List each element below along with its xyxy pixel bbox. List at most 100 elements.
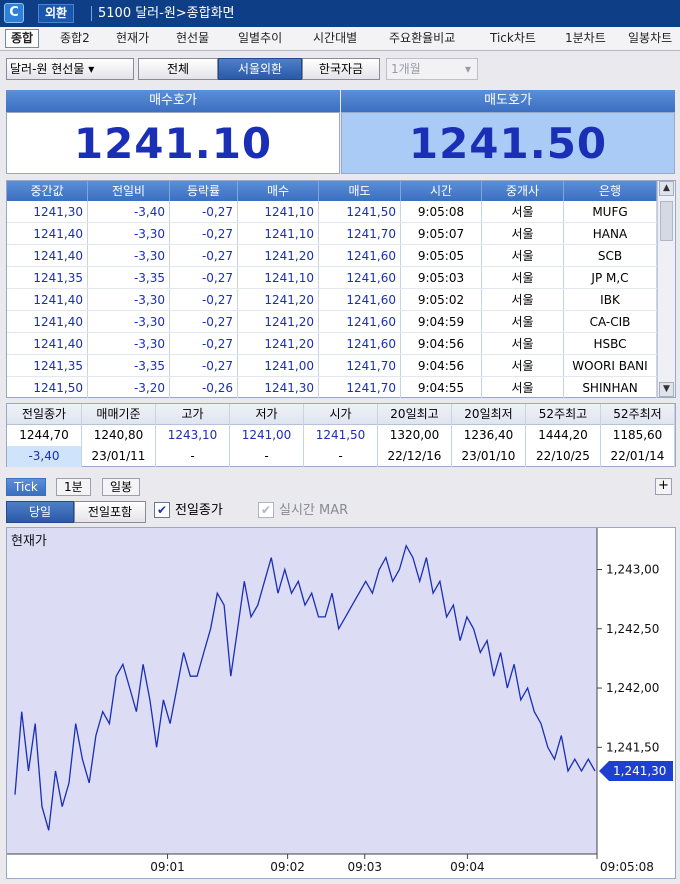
table-cell: HSBC: [564, 333, 657, 354]
fx-tag[interactable]: 외환: [38, 4, 75, 23]
table-cell: 서울: [482, 245, 564, 266]
table-row[interactable]: 1241,35 -3,35 -0,27 1241,10 1241,60 9:05:03 서울…: [7, 267, 657, 289]
table-row[interactable]: 1241,40 -3,30 -0,27 1241,10 1241,70 9:05:07 서울…: [7, 223, 657, 245]
table-row[interactable]: 1241,50 -3,20 -0,26 1241,30 1241,70 9:04:55 서울…: [7, 377, 657, 399]
table-cell: 9:05:03: [401, 267, 482, 288]
table-cell: -3,40: [88, 201, 170, 222]
table-cell: 1241,10: [238, 223, 319, 244]
tab-summary[interactable]: 종합: [5, 29, 40, 48]
table-cell: -3,30: [88, 223, 170, 244]
x-tick-label: 09:01: [150, 860, 185, 874]
table-cell: -3,30: [88, 311, 170, 332]
table-cell: 1241,70: [319, 223, 401, 244]
table-cell: 9:05:05: [401, 245, 482, 266]
chart-controls: 당일 전일포함 ✔ 전일종가 ✔ 실시간 MAR: [6, 499, 676, 525]
table-cell: 1241,40: [7, 245, 88, 266]
price-chart[interactable]: 1,243,00 1,242,50 1,242,00 1,241,50 09:01 09:…: [6, 527, 676, 879]
x-tick-label: 09:02: [270, 860, 305, 874]
table-row[interactable]: 1241,40 -3,30 -0,27 1241,20 1241,60 9:05:02 서울…: [7, 289, 657, 311]
summary-cell: 1444,20: [526, 425, 601, 446]
filter-seoul-fx-button[interactable]: 서울외환: [218, 58, 302, 80]
table-cell: 1241,40: [7, 333, 88, 354]
table-cell: 1241,20: [238, 311, 319, 332]
y-tick-label: 1,242,00: [606, 681, 659, 695]
table-cell: -3,30: [88, 289, 170, 310]
ask-price-box: 1241.50: [341, 112, 675, 174]
col-bank: 은행: [564, 181, 657, 201]
prev-close-checkbox[interactable]: ✔: [154, 502, 170, 518]
summary-header-cell: 20일최저: [452, 404, 526, 425]
app-logo-icon: C: [4, 3, 24, 23]
table-cell: 서울: [482, 377, 564, 398]
tab-1min-chart[interactable]: 1분차트: [565, 30, 606, 47]
table-cell: -0,27: [170, 245, 238, 266]
filter-korea-money-button[interactable]: 한국자금: [302, 58, 380, 80]
period-select[interactable]: 1개월 ▾: [386, 58, 478, 80]
toolbar: 달러-원 현선물 ▾ 전체 서울외환 한국자금 1개월 ▾: [0, 52, 680, 86]
scroll-thumb[interactable]: [660, 201, 673, 241]
tab-time-band[interactable]: 시간대별: [313, 30, 357, 47]
table-cell: -3,30: [88, 333, 170, 354]
x-tick-label: 09:03: [347, 860, 382, 874]
tab-daily-chart[interactable]: 일봉차트: [628, 30, 672, 47]
today-button[interactable]: 당일: [6, 501, 74, 523]
scroll-down-icon[interactable]: ▼: [659, 382, 674, 397]
table-cell: -0,27: [170, 311, 238, 332]
summary-cell: -3,40: [7, 446, 82, 467]
price-chart-svg: 1,243,00 1,242,50 1,242,00 1,241,50 09:01 09:…: [7, 528, 673, 874]
summary-cell: 22/01/14: [601, 446, 675, 467]
chart-shaded-area: [7, 528, 597, 854]
include-prev-button[interactable]: 전일포함: [74, 501, 146, 523]
chart-tab-1min[interactable]: 1분: [56, 478, 91, 496]
table-cell: 서울: [482, 355, 564, 376]
summary-cell: 1320,00: [378, 425, 452, 446]
table-cell: 서울: [482, 267, 564, 288]
table-cell: 1241,00: [238, 355, 319, 376]
table-cell: 1241,40: [7, 223, 88, 244]
title-bar: C 외환 5100 달러-원>종합화면: [0, 0, 680, 27]
table-row[interactable]: 1241,40 -3,30 -0,27 1241,20 1241,60 9:04:56 서울…: [7, 333, 657, 355]
window-title: 5100 달러-원>종합화면: [98, 6, 235, 21]
instrument-select[interactable]: 달러-원 현선물 ▾: [6, 58, 134, 80]
chart-tab-tick[interactable]: Tick: [6, 478, 46, 496]
add-chart-icon[interactable]: +: [655, 478, 672, 495]
tab-spot-futures[interactable]: 현선물: [176, 30, 209, 47]
tab-current-price[interactable]: 현재가: [116, 30, 149, 47]
table-cell: 서울: [482, 223, 564, 244]
realtime-mar-checkbox[interactable]: ✔: [258, 502, 274, 518]
table-row[interactable]: 1241,35 -3,35 -0,27 1241,00 1241,70 9:04:56 서울…: [7, 355, 657, 377]
table-row[interactable]: 1241,40 -3,30 -0,27 1241,20 1241,60 9:05:05 서울…: [7, 245, 657, 267]
trade-table: 중간값 전일비 등락률 매수 매도 시간 중개사 은행 1241,30 -3,40…: [6, 180, 676, 399]
chart-tab-daily[interactable]: 일봉: [102, 478, 141, 496]
table-cell: 9:04:55: [401, 377, 482, 398]
table-cell: CA-CIB: [564, 311, 657, 332]
table-row[interactable]: 1241,40 -3,30 -0,27 1241,20 1241,60 9:04:59 서울…: [7, 311, 657, 333]
table-cell: 9:04:56: [401, 333, 482, 354]
table-row[interactable]: 1241,30 -3,40 -0,27 1241,10 1241,50 9:05:08 서울…: [7, 201, 657, 223]
table-cell: -0,27: [170, 333, 238, 354]
scroll-up-icon[interactable]: ▲: [659, 181, 674, 196]
table-cell: -3,30: [88, 245, 170, 266]
table-cell: 서울: [482, 333, 564, 354]
title-separator: [91, 6, 92, 21]
tab-daily-trend[interactable]: 일별추이: [238, 30, 282, 47]
filter-all-button[interactable]: 전체: [138, 58, 218, 80]
summary-cell: 1240,80: [82, 425, 156, 446]
table-cell: 9:05:08: [401, 201, 482, 222]
col-change: 전일비: [88, 181, 170, 201]
x-tick-label: 09:04: [450, 860, 485, 874]
bid-header: 매수호가: [6, 90, 340, 112]
table-cell: IBK: [564, 289, 657, 310]
table-cell: 서울: [482, 201, 564, 222]
summary-header-cell: 20일최고: [378, 404, 452, 425]
table-cell: 1241,60: [319, 245, 401, 266]
tab-summary2[interactable]: 종합2: [60, 30, 90, 47]
tab-major-rates[interactable]: 주요환율비교: [389, 30, 455, 47]
table-cell: 서울: [482, 311, 564, 332]
summary-cell: 1244,70: [7, 425, 82, 446]
tab-tick-chart[interactable]: Tick차트: [490, 30, 536, 47]
table-cell: 1241,70: [319, 377, 401, 398]
summary-cell: 1185,60: [601, 425, 675, 446]
summary-cell: 22/12/16: [378, 446, 452, 467]
trade-scrollbar[interactable]: ▲ ▼: [657, 181, 675, 397]
